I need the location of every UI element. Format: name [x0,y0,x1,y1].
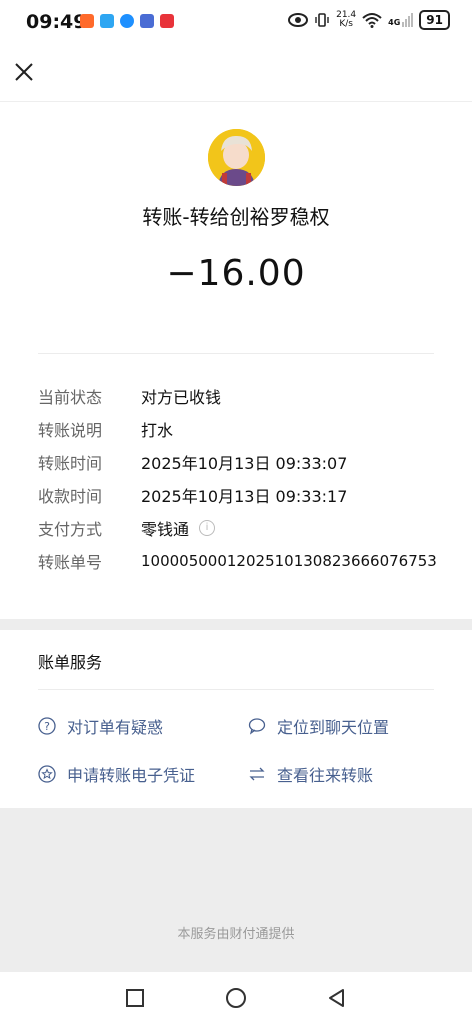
vibrate-icon [315,13,329,27]
app-notification-icon [160,14,174,28]
detail-label: 当前状态 [38,387,103,407]
app-notification-icon [80,14,94,28]
detail-row-payment-method: 支付方式 零钱通 i [38,511,458,544]
locate-chat-link[interactable]: 定位到聊天位置 [248,714,389,738]
provider-note: 本服务由财付通提供 [177,927,295,942]
apply-receipt-link[interactable]: 申请转账电子凭证 [38,762,195,786]
section-divider [38,353,434,354]
detail-value: 打水 [141,420,174,440]
detail-row-transfer-time: 转账时间 2025年10月13日 09:33:07 [38,445,458,478]
net-speed: 21.4 K/s [336,11,356,29]
detail-label: 转账说明 [38,420,103,440]
star-badge-icon [38,765,56,783]
info-icon[interactable]: i [199,519,216,536]
chat-bubble-icon [248,717,266,735]
service-label: 定位到聊天位置 [277,718,390,737]
footer-area: 本服务由财付通提供 [0,808,472,972]
detail-value: 对方已收钱 [141,387,222,407]
detail-label: 支付方式 [38,519,103,539]
wifi-icon [362,13,382,28]
transfer-arrows-icon [248,765,266,783]
app-notification-icon [140,14,154,28]
status-indicators: 21.4 K/s 4G 91 [288,10,450,30]
transfer-title: 转账-转给创裕罗稳权 [142,205,330,229]
back-icon[interactable] [326,987,348,1009]
home-icon[interactable] [225,987,247,1009]
status-time: 09:49 [26,11,87,33]
notification-icons [80,14,174,28]
detail-value: 2025年10月13日 09:33:07 [141,453,348,473]
network-type: 4G [388,18,401,27]
recent-apps-icon[interactable] [124,987,146,1009]
detail-label: 转账时间 [38,453,103,473]
services-divider [38,689,434,690]
service-label: 查看往来转账 [277,766,374,785]
eye-icon [288,13,309,27]
detail-value: 1000050001202510130823666076753 [141,551,437,570]
battery-indicator: 91 [419,10,450,30]
detail-label: 转账单号 [38,552,103,572]
detail-value-wrap: 零钱通 i [141,516,216,540]
detail-row-order-number: 转账单号 1000050001202510130823666076753 [38,544,458,577]
system-nav-bar [0,972,472,1024]
signal-icon: 4G [388,13,414,27]
service-label: 对订单有疑惑 [67,718,164,737]
service-label: 申请转账电子凭证 [67,766,196,785]
section-gap [0,619,472,630]
status-bar: 09:49 21.4 K/s 4G 91 [0,0,472,44]
detail-value: 零钱通 [141,519,190,539]
close-icon[interactable] [14,62,34,82]
order-question-link[interactable]: ? 对订单有疑惑 [38,714,163,738]
avatar [208,129,265,186]
question-icon: ? [38,717,56,735]
detail-row-note: 转账说明 打水 [38,412,458,445]
transfer-amount: −16.00 [166,253,306,294]
svg-text:?: ? [44,720,50,733]
detail-row-receive-time: 收款时间 2025年10月13日 09:33:17 [38,478,458,511]
transfer-details: 当前状态 对方已收钱 转账说明 打水 转账时间 2025年10月13日 09:3… [38,379,458,577]
chat-notification-icon [120,14,134,28]
services-title: 账单服务 [38,653,103,672]
detail-row-status: 当前状态 对方已收钱 [38,379,458,412]
detail-value: 2025年10月13日 09:33:17 [141,486,348,506]
header-divider [0,101,472,102]
app-notification-icon [100,14,114,28]
view-transfers-link[interactable]: 查看往来转账 [248,762,373,786]
bill-services: 账单服务 ? 对订单有疑惑 定位到聊天位置 申请转账电子凭证 查看往来转账 [0,630,472,808]
net-speed-unit: K/s [339,19,353,29]
detail-label: 收款时间 [38,486,103,506]
